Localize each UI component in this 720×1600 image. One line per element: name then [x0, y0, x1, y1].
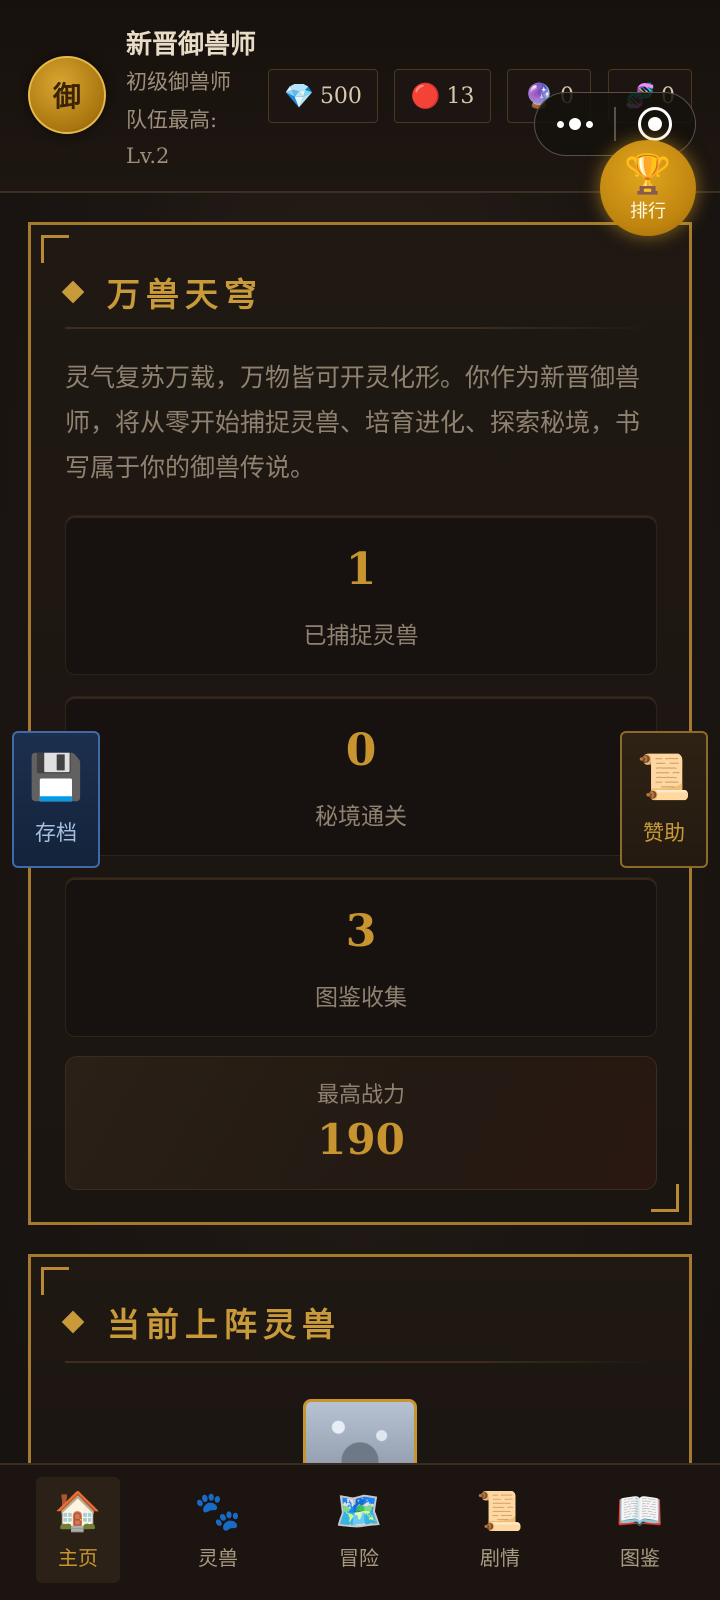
resource-value: 13	[446, 83, 475, 109]
corner-ornament	[41, 235, 69, 263]
stat-label: 秘境通关	[315, 804, 407, 830]
corner-ornament	[41, 1267, 69, 1295]
save-button[interactable]: 💾 存档	[12, 731, 100, 868]
power-label: 最高战力	[316, 1083, 405, 1108]
floppy-disk-icon: 💾	[28, 751, 84, 803]
tab-adventure[interactable]: 🗺️ 冒险	[317, 1477, 401, 1583]
stat-secret-realms-cleared: 0 秘境通关	[65, 696, 657, 856]
card-title-text: 万兽天穹	[107, 275, 263, 314]
max-combat-power: 最高战力 190	[65, 1056, 657, 1190]
intro-card: 万兽天穹 灵气复苏万载，万物皆可开灵化形。你作为新晋御兽师，将从零开始捕捉灵兽、…	[28, 222, 692, 1225]
tab-label: 图鉴	[620, 1545, 660, 1570]
stat-label: 已捕捉灵兽	[303, 623, 419, 649]
trophy-icon: 🏆	[624, 152, 672, 196]
map-icon: 🗺️	[335, 1488, 383, 1533]
house-icon: 🏠	[54, 1488, 102, 1533]
sponsor-label: 赞助	[643, 820, 685, 845]
tab-label: 主页	[58, 1545, 98, 1570]
resource-gems[interactable]: 💎 500	[268, 69, 378, 123]
stat-value: 0	[345, 725, 377, 776]
scroll-icon: 📜	[476, 1488, 524, 1533]
leaderboard-label: 排行	[630, 201, 666, 222]
tab-codex[interactable]: 📖 图鉴	[598, 1477, 682, 1583]
card-title-text: 当前上阵灵兽	[107, 1305, 341, 1344]
more-menu-icon[interactable]	[535, 93, 614, 155]
title-divider	[65, 327, 655, 329]
bottom-tabbar: 🏠 主页 🐾 灵兽 🗺️ 冒险 📜 剧情 📖 图鉴	[0, 1463, 720, 1600]
save-label: 存档	[35, 820, 77, 845]
title-divider	[65, 1361, 655, 1363]
tab-label: 灵兽	[198, 1545, 238, 1570]
player-rank: 初级御兽师	[126, 70, 231, 94]
diamond-icon	[61, 280, 85, 304]
paw-icon: 🐾	[194, 1488, 242, 1533]
resource-red-orb[interactable]: 🔴 13	[394, 69, 491, 123]
stat-label: 图鉴收集	[315, 985, 407, 1011]
power-value: 190	[317, 1115, 405, 1164]
corner-ornament	[651, 1184, 679, 1212]
home-page: 御 新晋御兽师 初级御兽师 队伍最高: Lv.2 💎 500 🔴 13 🔮 0 …	[0, 0, 720, 1600]
diamond-icon	[61, 1310, 85, 1334]
scroll-icon: 📜	[636, 751, 692, 803]
stat-captured-beasts: 1 已捕捉灵兽	[65, 515, 657, 675]
gem-icon: 💎	[284, 82, 314, 110]
tab-story[interactable]: 📜 剧情	[458, 1477, 542, 1583]
tab-beasts[interactable]: 🐾 灵兽	[176, 1477, 260, 1583]
resource-value: 500	[319, 83, 362, 109]
stat-codex-collected: 3 图鉴收集	[65, 877, 657, 1037]
red-orb-icon: 🔴	[410, 82, 441, 110]
stat-value: 1	[345, 544, 377, 595]
avatar[interactable]: 御	[28, 56, 106, 134]
sponsor-button[interactable]: 📜 赞助	[620, 731, 708, 868]
intro-card-title: 万兽天穹	[61, 267, 263, 317]
tab-home[interactable]: 🏠 主页	[36, 1477, 120, 1583]
world-description: 灵气复苏万载，万物皆可开灵化形。你作为新晋御兽师，将从零开始捕捉灵兽、培育进化、…	[65, 363, 641, 482]
stat-value: 3	[345, 906, 377, 957]
tab-label: 冒险	[339, 1545, 379, 1570]
player-name: 新晋御兽师	[126, 30, 257, 60]
tab-label: 剧情	[480, 1545, 520, 1570]
team-max-level: 队伍最高: Lv.2	[126, 108, 218, 168]
team-card-title: 当前上阵灵兽	[61, 1297, 341, 1347]
open-book-icon: 📖	[616, 1488, 664, 1533]
leaderboard-button[interactable]: 🏆 排行	[600, 140, 696, 236]
